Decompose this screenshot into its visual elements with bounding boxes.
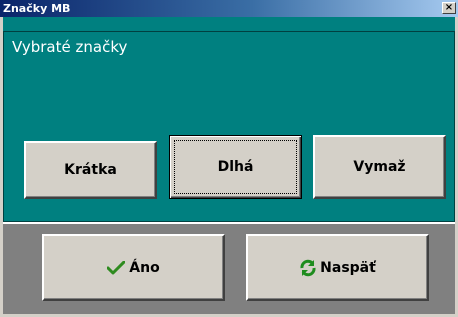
dialog-window: Značky MB × Vybraté značky Krátka Dlhá V… [0, 0, 458, 317]
close-icon: × [444, 2, 454, 13]
short-button[interactable]: Krátka [24, 141, 157, 199]
refresh-icon [299, 259, 317, 277]
close-button[interactable]: × [442, 2, 456, 14]
delete-button-label: Vymaž [353, 159, 406, 175]
focus-ring [174, 140, 297, 194]
title-bar[interactable]: Značky MB × [0, 0, 458, 17]
window-title: Značky MB [3, 2, 71, 15]
delete-button[interactable]: Vymaž [313, 135, 446, 199]
check-icon [106, 260, 126, 275]
long-button[interactable]: Dlhá [169, 135, 302, 199]
back-button[interactable]: Naspäť [246, 234, 429, 301]
panel-title: Vybraté značky [12, 38, 128, 56]
yes-button[interactable]: Áno [42, 234, 225, 301]
yes-button-label: Áno [129, 259, 160, 276]
short-button-label: Krátka [64, 162, 117, 178]
back-button-label: Naspäť [320, 259, 376, 276]
